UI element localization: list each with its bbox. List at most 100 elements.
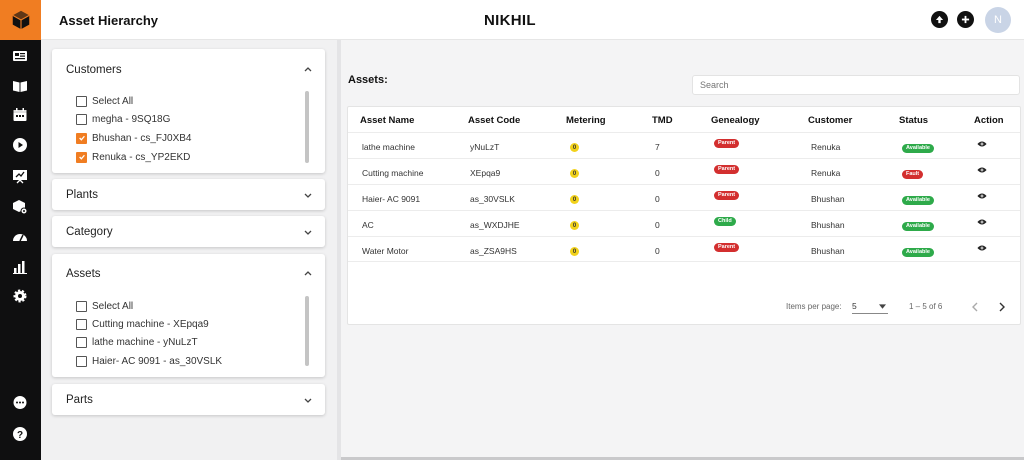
svg-text:?: ? xyxy=(17,430,23,441)
dashboard-icon[interactable] xyxy=(11,47,29,65)
cube-logo-icon xyxy=(11,10,30,30)
customer-option[interactable]: Renuka - cs_YP2EKD xyxy=(76,150,190,164)
assets-panel-title[interactable]: Assets xyxy=(66,268,101,280)
arrow-up-icon xyxy=(935,15,944,24)
chevron-down-icon[interactable] xyxy=(303,190,313,200)
status-badge: Available xyxy=(902,222,934,231)
category-panel[interactable]: Category xyxy=(52,216,325,247)
asset-name-cell: Water Motor xyxy=(362,246,409,256)
nav-rail: ? xyxy=(0,0,41,460)
genealogy-badge: Parent xyxy=(714,139,740,148)
assets-panel: Assets Select All Cutting machine - XEpq… xyxy=(52,254,325,377)
table-row[interactable]: Water Motor as_ZSA9HS 0 0 Parent Bhushan… xyxy=(348,236,1020,262)
category-panel-title[interactable]: Category xyxy=(66,226,113,238)
tmd-cell: 0 xyxy=(655,220,660,230)
play-icon[interactable] xyxy=(11,136,29,154)
table-row[interactable]: Haier- AC 9091 as_30VSLK 0 0 Parent Bhus… xyxy=(348,184,1020,210)
chart-board-icon[interactable] xyxy=(11,167,29,185)
asset-name-cell: lathe machine xyxy=(362,142,415,152)
cube-gear-icon[interactable] xyxy=(11,198,29,216)
filter-column: Customers Select All megha - 9SQ18G Bhus… xyxy=(41,40,337,460)
tmd-cell: 0 xyxy=(655,168,660,178)
items-per-page-select[interactable]: 5 xyxy=(852,301,888,314)
asset-code-cell: as_WXDJHE xyxy=(470,220,520,230)
table-row[interactable]: AC as_WXDJHE 0 0 Child Bhushan Available xyxy=(348,210,1020,236)
search-input[interactable] xyxy=(692,75,1020,95)
bar-chart-icon[interactable] xyxy=(11,258,29,276)
table-row[interactable]: lathe machine yNuLzT 0 7 Parent Renuka A… xyxy=(348,132,1020,158)
genealogy-badge: Child xyxy=(714,217,736,226)
prev-page-icon[interactable] xyxy=(971,302,979,312)
checkbox[interactable] xyxy=(76,336,87,348)
customer-option[interactable]: Bhushan - cs_FJ0XB4 xyxy=(76,131,192,145)
add-button[interactable] xyxy=(957,11,974,28)
view-eye-icon[interactable] xyxy=(977,244,987,252)
col-header-asset-name[interactable]: Asset Name xyxy=(360,115,414,126)
asset-option[interactable]: Cutting machine - XEpqa9 xyxy=(76,317,209,331)
chat-icon[interactable] xyxy=(11,394,29,412)
table-row[interactable]: Cutting machine XEpqa9 0 0 Parent Renuka… xyxy=(348,158,1020,184)
asset-option[interactable]: Haier- AC 9091 - as_30VSLK xyxy=(76,354,222,368)
checkbox[interactable] xyxy=(76,355,87,367)
metering-indicator: 0 xyxy=(570,247,579,256)
asset-code-cell: as_ZSA9HS xyxy=(470,246,517,256)
status-badge: Available xyxy=(902,196,934,205)
avatar[interactable]: N xyxy=(985,7,1011,33)
checkbox[interactable] xyxy=(76,300,87,312)
customers-panel: Customers Select All megha - 9SQ18G Bhus… xyxy=(52,49,325,173)
assets-table: Asset Name Asset Code Metering TMD Genea… xyxy=(347,106,1021,325)
gauge-icon[interactable] xyxy=(11,228,29,246)
plus-icon xyxy=(961,15,970,24)
parts-panel[interactable]: Parts xyxy=(52,384,325,415)
customer-option[interactable]: megha - 9SQ18G xyxy=(76,112,170,126)
checkbox[interactable] xyxy=(76,95,87,107)
asset-name-cell: Cutting machine xyxy=(362,168,424,178)
checkbox-checked[interactable] xyxy=(76,132,87,144)
asset-name-cell: Haier- AC 9091 xyxy=(362,194,421,204)
plants-panel-title[interactable]: Plants xyxy=(66,189,98,201)
view-eye-icon[interactable] xyxy=(977,166,987,174)
chevron-up-icon[interactable] xyxy=(303,64,313,74)
items-per-page-label: Items per page: xyxy=(786,302,842,311)
calendar-icon[interactable] xyxy=(11,106,29,124)
scrollbar-thumb[interactable] xyxy=(305,296,309,366)
asset-code-cell: XEpqa9 xyxy=(470,168,501,178)
app-logo[interactable] xyxy=(0,0,41,40)
book-icon[interactable] xyxy=(11,77,29,95)
checkbox[interactable] xyxy=(76,318,87,330)
next-page-icon[interactable] xyxy=(998,302,1006,312)
settings-icon[interactable] xyxy=(11,287,29,305)
customer-cell: Renuka xyxy=(811,142,841,152)
customer-cell: Bhushan xyxy=(811,194,845,204)
chevron-down-icon[interactable] xyxy=(303,395,313,405)
tmd-cell: 7 xyxy=(655,142,660,152)
checkbox-checked[interactable] xyxy=(76,151,87,163)
asset-option[interactable]: lathe machine - yNuLzT xyxy=(76,335,198,349)
col-header-customer[interactable]: Customer xyxy=(808,115,852,126)
customer-cell: Bhushan xyxy=(811,220,845,230)
col-header-tmd[interactable]: TMD xyxy=(652,115,673,126)
col-header-status[interactable]: Status xyxy=(899,115,928,126)
parts-panel-title[interactable]: Parts xyxy=(66,394,93,406)
chevron-down-icon[interactable] xyxy=(303,227,313,237)
scrollbar-thumb[interactable] xyxy=(305,91,309,163)
checkbox[interactable] xyxy=(76,113,87,125)
view-eye-icon[interactable] xyxy=(977,192,987,200)
customer-option[interactable]: Select All xyxy=(76,94,133,108)
col-header-asset-code[interactable]: Asset Code xyxy=(468,115,520,126)
user-name: NIKHIL xyxy=(484,12,536,29)
upload-button[interactable] xyxy=(931,11,948,28)
help-icon[interactable]: ? xyxy=(11,425,29,443)
plants-panel[interactable]: Plants xyxy=(52,179,325,210)
asset-option[interactable]: Select All xyxy=(76,299,133,313)
page-title: Asset Hierarchy xyxy=(59,13,158,28)
tmd-cell: 0 xyxy=(655,246,660,256)
col-header-metering[interactable]: Metering xyxy=(566,115,606,126)
chevron-up-icon[interactable] xyxy=(303,268,313,278)
status-badge: Available xyxy=(902,144,934,153)
view-eye-icon[interactable] xyxy=(977,140,987,148)
view-eye-icon[interactable] xyxy=(977,218,987,226)
col-header-action: Action xyxy=(974,115,1004,126)
customers-panel-title[interactable]: Customers xyxy=(66,64,122,76)
col-header-genealogy[interactable]: Genealogy xyxy=(711,115,760,126)
